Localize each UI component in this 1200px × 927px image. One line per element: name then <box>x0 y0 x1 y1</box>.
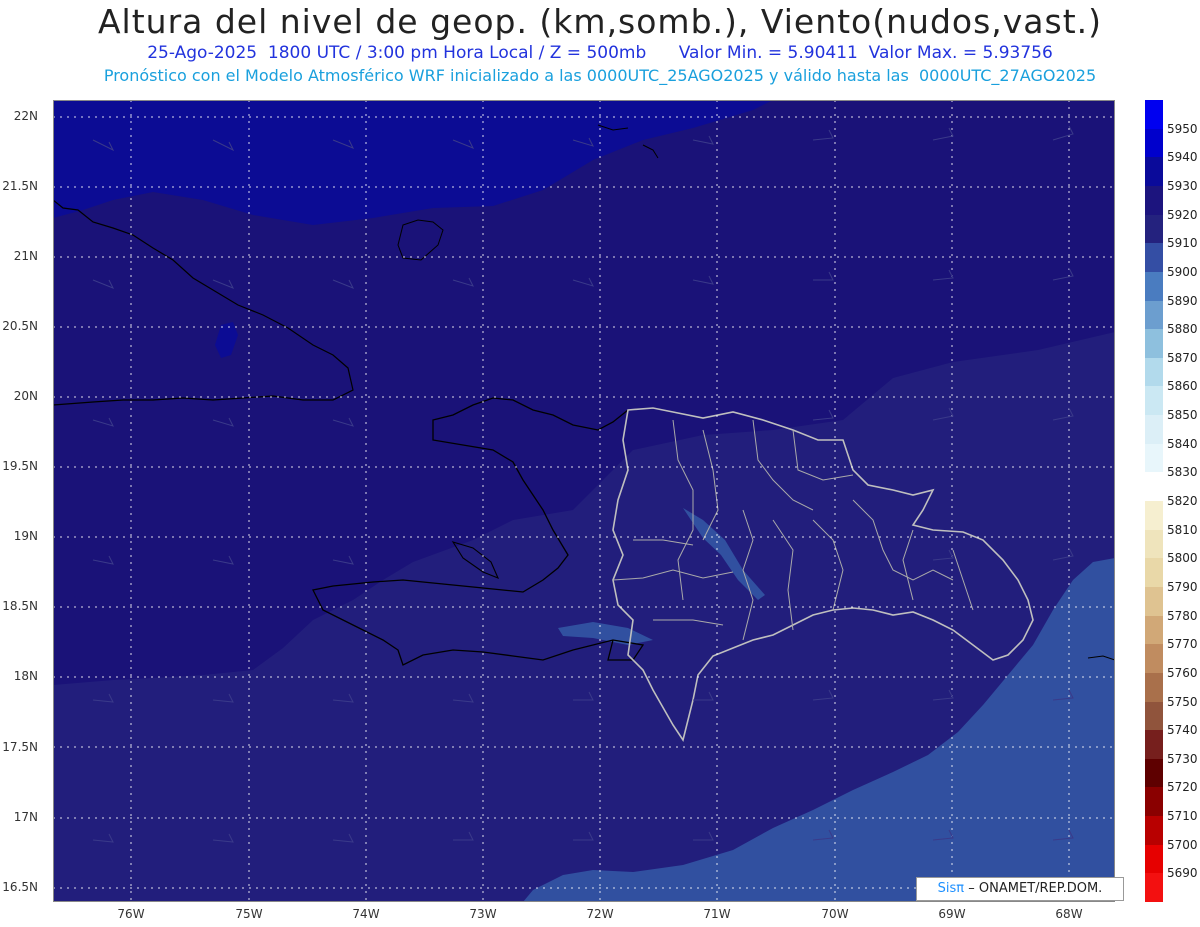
colorbar <box>1145 100 1163 903</box>
colorbar-swatch <box>1145 185 1163 216</box>
lat-label-18n: 18N <box>13 669 38 683</box>
colorbar-swatch <box>1145 443 1163 473</box>
lon-label-75w: 75W <box>235 907 263 921</box>
colorbar-label: 5940 <box>1167 150 1198 165</box>
lat-label-17-5n: 17.5N <box>2 740 38 754</box>
colorbar-swatch <box>1145 730 1163 760</box>
colorbar-label: 5790 <box>1167 579 1198 594</box>
colorbar-label: 5840 <box>1167 436 1198 451</box>
colorbar-label: 5770 <box>1167 637 1198 652</box>
colorbar-swatch <box>1145 787 1163 817</box>
colorbar-swatch <box>1145 100 1163 130</box>
colorbar-label: 5860 <box>1167 379 1198 394</box>
credit-text: – ONAMET/REP.DOM. <box>968 881 1103 896</box>
colorbar-swatch <box>1145 816 1163 846</box>
lat-label-18-5n: 18.5N <box>2 599 38 613</box>
lat-label-21-5n: 21.5N <box>2 179 38 193</box>
colorbar-label: 5850 <box>1167 408 1198 423</box>
colorbar-label: 5760 <box>1167 665 1198 680</box>
colorbar-swatch <box>1145 615 1163 645</box>
colorbar-swatch <box>1145 214 1163 244</box>
colorbar-label: 5690 <box>1167 866 1198 881</box>
lat-label-20n: 20N <box>13 389 38 403</box>
colorbar-label: 5720 <box>1167 780 1198 795</box>
colorbar-label: 5880 <box>1167 322 1198 337</box>
lat-label-19-5n: 19.5N <box>2 459 38 473</box>
value-range: Valor Min. = 5.90411 Valor Max. = 5.9375… <box>678 43 1053 63</box>
lat-label-16-5n: 16.5N <box>2 880 38 894</box>
colorbar-swatch <box>1145 558 1163 588</box>
model-info: Pronóstico con el Modelo Atmosférico WRF… <box>103 66 1097 85</box>
colorbar-label: 5920 <box>1167 207 1198 222</box>
lon-label-71w: 71W <box>703 907 731 921</box>
credit-box: Sisπ – ONAMET/REP.DOM. <box>916 877 1124 901</box>
colorbar-label: 5740 <box>1167 723 1198 738</box>
colorbar-swatch <box>1145 357 1163 387</box>
colorbar-label: 5730 <box>1167 751 1198 766</box>
lat-label-22n: 22N <box>13 109 38 123</box>
colorbar-label: 5870 <box>1167 350 1198 365</box>
colorbar-swatch <box>1145 329 1163 359</box>
lon-label-70w: 70W <box>821 907 849 921</box>
lat-label-21n: 21N <box>13 249 38 263</box>
colorbar-swatch <box>1145 701 1163 731</box>
lon-label-68w: 68W <box>1055 907 1083 921</box>
colorbar-swatch <box>1145 873 1163 903</box>
colorbar-swatch <box>1145 672 1163 702</box>
colorbar-swatch <box>1145 844 1163 874</box>
lon-label-72w: 72W <box>586 907 614 921</box>
colorbar-label: 5950 <box>1167 121 1198 136</box>
lat-label-19n: 19N <box>13 529 38 543</box>
lat-label-20-5n: 20.5N <box>2 319 38 333</box>
colorbar-label: 5820 <box>1167 494 1198 508</box>
colorbar-label: 5700 <box>1167 837 1198 852</box>
lat-label-17n: 17N <box>13 810 38 824</box>
map-title: Altura del nivel de geop. (km,somb.), Vi… <box>97 2 1103 41</box>
colorbar-label: 5810 <box>1167 522 1198 537</box>
colorbar-label: 5710 <box>1167 809 1198 824</box>
subtitle-line: 25-Ago-2025 1800 UTC / 3:00 pm Hora Loca… <box>0 43 1200 63</box>
colorbar-label: 5780 <box>1167 608 1198 623</box>
colorbar-swatch <box>1145 644 1163 674</box>
lon-label-73w: 73W <box>469 907 497 921</box>
colorbar-swatch <box>1145 472 1163 502</box>
colorbar-swatch <box>1145 271 1163 301</box>
colorbar-swatch <box>1145 128 1163 158</box>
geopotential-map[interactable] <box>53 100 1115 902</box>
colorbar-swatch <box>1145 386 1163 416</box>
colorbar-label: 5830 <box>1167 465 1198 480</box>
colorbar-swatch <box>1145 300 1163 330</box>
colorbar-swatch <box>1145 758 1163 788</box>
colorbar-swatch <box>1145 586 1163 617</box>
lon-label-74w: 74W <box>352 907 380 921</box>
colorbar-swatch <box>1145 243 1163 273</box>
colorbar-swatch <box>1145 415 1163 445</box>
sispi-logo: Sisπ <box>937 881 965 896</box>
colorbar-label: 5910 <box>1167 236 1198 251</box>
lon-label-69w: 69W <box>938 907 966 921</box>
colorbar-label: 5900 <box>1167 264 1198 279</box>
lon-label-76w: 76W <box>117 907 145 921</box>
colorbar-swatch <box>1145 501 1163 531</box>
colorbar-swatch <box>1145 529 1163 559</box>
forecast-time: 25-Ago-2025 1800 UTC / 3:00 pm Hora Loca… <box>147 43 647 63</box>
colorbar-label: 5750 <box>1167 694 1198 709</box>
colorbar-label: 5930 <box>1167 178 1198 193</box>
colorbar-label: 5890 <box>1167 293 1198 308</box>
colorbar-swatch <box>1145 157 1163 187</box>
colorbar-label: 5800 <box>1167 551 1198 566</box>
